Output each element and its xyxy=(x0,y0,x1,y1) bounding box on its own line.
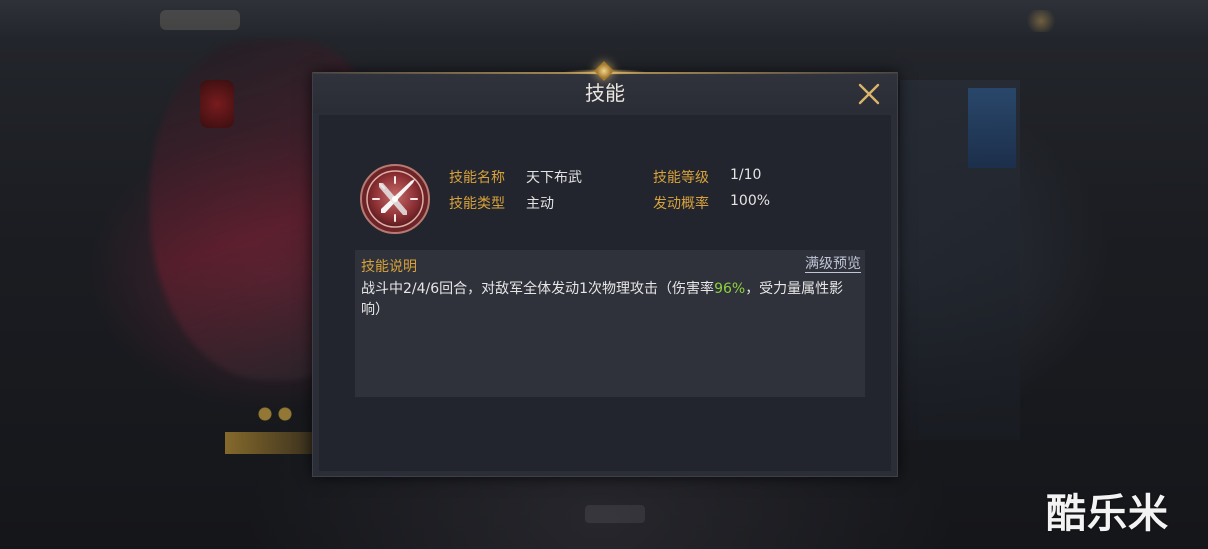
background-currency-icon xyxy=(1024,10,1058,32)
skill-name-value: 天下布武 xyxy=(526,170,582,186)
skill-level-value: 1/10 xyxy=(730,167,762,183)
background-star-rating xyxy=(255,405,315,423)
background-faction-badge xyxy=(200,80,234,128)
crossed-swords-icon xyxy=(360,164,430,234)
skill-chance-value-cell: 100% xyxy=(730,193,770,209)
skill-name-row: 技能名称 xyxy=(449,167,505,187)
background-top-title xyxy=(160,10,240,30)
skill-chance-row: 发动概率 xyxy=(653,193,709,213)
skill-name-value-cell: 天下布武 xyxy=(526,167,582,187)
skill-type-label: 技能类型 xyxy=(449,196,505,212)
skill-type-row: 技能类型 xyxy=(449,193,505,213)
skill-level-label: 技能等级 xyxy=(653,170,709,186)
description-text: 战斗中2/4/6回合，对敌军全体发动1次物理攻击（伤害率96%，受力量属性影响） xyxy=(361,279,859,321)
skill-icon-frame xyxy=(359,163,431,235)
dialog-title: 技能 xyxy=(585,81,625,105)
skill-dialog: 技能 技能名称 天下布武 技能等级 1/10 技能类型 主动 发动概率 100%… xyxy=(312,61,898,477)
skill-chance-value: 100% xyxy=(730,193,771,209)
max-level-preview-link[interactable]: 满级预览 xyxy=(805,256,861,273)
damage-rate-value: 96% xyxy=(714,281,746,297)
skill-type-value-cell: 主动 xyxy=(526,193,554,213)
close-button[interactable] xyxy=(855,80,883,108)
skill-type-value: 主动 xyxy=(526,196,554,212)
skill-chance-label: 发动概率 xyxy=(653,196,709,212)
description-text-before: 战斗中2/4/6回合，对敌军全体发动1次物理攻击（伤害率 xyxy=(361,281,715,297)
skill-description-box: 技能说明 满级预览 战斗中2/4/6回合，对敌军全体发动1次物理攻击（伤害率96… xyxy=(355,250,865,397)
skill-name-label: 技能名称 xyxy=(449,170,505,186)
skill-level-row: 技能等级 xyxy=(653,167,709,187)
background-gold-bar xyxy=(225,432,320,454)
skill-level-value-cell: 1/10 xyxy=(730,167,761,183)
description-title: 技能说明 xyxy=(361,259,417,275)
background-blue-card xyxy=(968,88,1016,168)
close-icon xyxy=(858,83,880,105)
dialog-content: 技能名称 天下布武 技能等级 1/10 技能类型 主动 发动概率 100% 技能… xyxy=(319,115,891,471)
watermark-logo: 酷乐米 xyxy=(1046,491,1169,537)
background-bottom-label xyxy=(585,505,645,523)
